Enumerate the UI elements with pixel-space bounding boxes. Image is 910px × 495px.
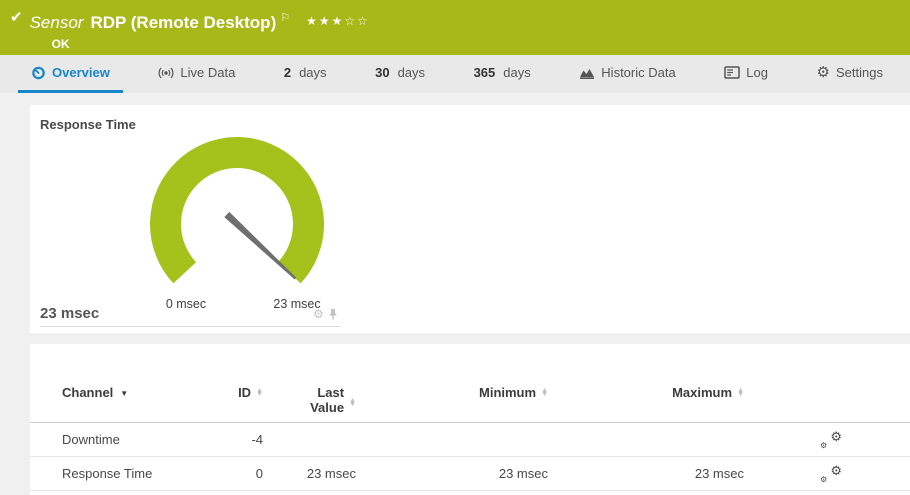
cell-id: -4	[230, 432, 263, 447]
sort-icon: ▲▼	[541, 389, 548, 398]
tab-label: Log	[746, 65, 768, 80]
tab-bar: Overview Live Data 2 days 30 days 365 da…	[0, 55, 910, 93]
column-header-maximum[interactable]: Maximum▲▼	[548, 385, 744, 400]
tab-live-data[interactable]: Live Data	[145, 55, 248, 93]
sorted-desc-icon: ▼	[120, 389, 128, 398]
tab-label: days	[503, 65, 530, 80]
gauge-current-value: 23 msec	[40, 305, 99, 322]
channel-settings-gears-icon[interactable]: ⚙ ⚙	[820, 465, 842, 483]
sensor-title-line: Sensor RDP (Remote Desktop) ⚐ ★★★☆☆	[30, 8, 370, 33]
gauge-icon	[31, 65, 46, 80]
tab-label: Historic Data	[601, 65, 675, 80]
log-icon	[724, 66, 740, 79]
tile-pin-icon[interactable]	[328, 308, 338, 320]
tab-settings[interactable]: ⚙ Settings	[804, 55, 896, 93]
tile-divider	[40, 326, 340, 327]
table-row-response-time: Response Time 0 23 msec 23 msec 23 msec …	[30, 457, 910, 491]
tab-number: 365	[474, 65, 496, 80]
channel-settings-gears-icon[interactable]: ⚙ ⚙	[820, 431, 842, 449]
area-chart-icon	[579, 66, 595, 80]
tab-label: days	[299, 65, 326, 80]
response-time-panel: Response Time 0 msec 23 msec 23 msec ⚙	[30, 105, 910, 333]
broadcast-icon	[158, 66, 174, 80]
page-title: RDP (Remote Desktop)	[90, 13, 276, 32]
tab-label: Settings	[836, 65, 883, 80]
column-header-id[interactable]: ID▲▼	[230, 385, 263, 400]
sensor-page: ✔ Sensor RDP (Remote Desktop) ⚐ ★★★☆☆ OK Ov…	[0, 0, 910, 495]
sensor-title-block: Sensor RDP (Remote Desktop) ⚐ ★★★☆☆ OK	[30, 8, 370, 51]
tab-365-days[interactable]: 365 days	[461, 55, 544, 93]
tab-2-days[interactable]: 2 days	[271, 55, 340, 93]
gauge-min-label: 0 msec	[156, 297, 216, 311]
tab-number: 30	[375, 65, 389, 80]
table-row-downtime: Downtime -4 ⚙ ⚙	[30, 423, 910, 457]
tab-log[interactable]: Log	[711, 55, 781, 93]
priority-flag-icon: ⚐	[280, 12, 290, 24]
cell-last-value: 23 msec	[263, 466, 356, 481]
table-header-row: Channel▼ ID▲▼ Last Value▲▼ Minimum▲▼ Max…	[30, 344, 910, 423]
panel-title: Response Time	[40, 117, 136, 132]
tab-label: days	[398, 65, 425, 80]
stars-empty: ☆☆	[344, 14, 370, 28]
tab-label: Live Data	[180, 65, 235, 80]
tile-settings-gear-icon[interactable]: ⚙	[313, 308, 324, 320]
tile-controls: ⚙	[313, 308, 338, 320]
gear-icon: ⚙	[817, 65, 830, 80]
status-badge: OK	[52, 37, 370, 51]
sensor-header: ✔ Sensor RDP (Remote Desktop) ⚐ ★★★☆☆ OK	[0, 0, 910, 55]
cell-channel: Response Time	[30, 466, 230, 481]
sort-icon: ▲▼	[256, 389, 263, 398]
tab-overview[interactable]: Overview	[18, 55, 123, 93]
tab-30-days[interactable]: 30 days	[362, 55, 438, 93]
channel-table-panel: Channel▼ ID▲▼ Last Value▲▼ Minimum▲▼ Max…	[30, 344, 910, 495]
tab-historic-data[interactable]: Historic Data	[566, 55, 688, 93]
column-header-channel[interactable]: Channel▼	[30, 385, 230, 400]
cell-id: 0	[230, 466, 263, 481]
sort-icon: ▲▼	[349, 399, 356, 408]
response-time-gauge	[135, 132, 345, 302]
cell-minimum: 23 msec	[356, 466, 548, 481]
status-check-icon: ✔	[10, 9, 23, 27]
sort-icon: ▲▼	[737, 389, 744, 398]
column-header-minimum[interactable]: Minimum▲▼	[356, 385, 548, 400]
object-kind-label: Sensor	[30, 13, 84, 32]
column-header-actions	[818, 385, 842, 403]
stars-filled: ★★★	[306, 14, 344, 28]
tab-number: 2	[284, 65, 291, 80]
priority-stars[interactable]: ★★★☆☆	[306, 14, 370, 28]
tab-label: Overview	[52, 65, 110, 80]
column-header-last-value[interactable]: Last Value▲▼	[263, 385, 356, 415]
cell-maximum: 23 msec	[548, 466, 744, 481]
cell-channel: Downtime	[30, 432, 230, 447]
